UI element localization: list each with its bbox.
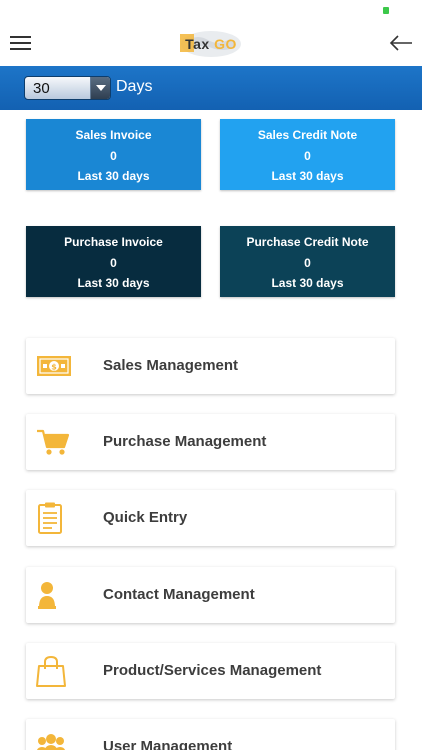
card-period: Last 30 days [271, 276, 344, 290]
money-icon: $ [36, 350, 72, 382]
menu-item-label: Product/Services Management [103, 662, 322, 679]
menu-item-label: User Management [103, 738, 233, 750]
purchase-credit-note-card[interactable]: Purchase Credit Note 0 Last 30 days [220, 226, 395, 297]
back-arrow-icon[interactable] [388, 32, 414, 54]
card-value: 0 [304, 149, 311, 163]
card-period: Last 30 days [271, 169, 344, 183]
days-filter-bar: 30 Days [0, 66, 422, 110]
status-indicator [383, 7, 389, 14]
shopping-bag-icon [36, 655, 72, 687]
card-value: 0 [304, 256, 311, 270]
sales-credit-note-card[interactable]: Sales Credit Note 0 Last 30 days [220, 119, 395, 190]
menu-item-product-services-management[interactable]: Product/Services Management [26, 643, 395, 699]
card-value: 0 [110, 149, 117, 163]
days-label: Days [116, 78, 153, 95]
card-title: Purchase Invoice [64, 235, 163, 249]
purchase-invoice-card[interactable]: Purchase Invoice 0 Last 30 days [26, 226, 201, 297]
card-title: Purchase Credit Note [246, 235, 369, 249]
header: Tax GO [0, 22, 422, 66]
card-title: Sales Credit Note [257, 128, 358, 142]
menu-item-label: Purchase Management [103, 433, 267, 450]
logo-text: Tax GO [185, 36, 237, 52]
menu-item-label: Contact Management [103, 586, 255, 603]
card-value: 0 [110, 256, 117, 270]
menu-item-quick-entry[interactable]: Quick Entry [26, 490, 395, 546]
clipboard-icon [36, 502, 72, 534]
chevron-down-icon [90, 77, 110, 99]
menu-item-label: Quick Entry [103, 509, 188, 526]
cart-icon [36, 426, 72, 458]
menu-item-sales-management[interactable]: $ Sales Management [26, 338, 395, 394]
menu-item-user-management[interactable]: User Management [26, 719, 395, 750]
taxgo-logo: Tax GO [178, 28, 244, 64]
days-select-value: 30 [33, 80, 50, 97]
svg-text:$: $ [51, 363, 57, 372]
menu-item-label: Sales Management [103, 357, 239, 374]
days-select[interactable]: 30 [24, 76, 111, 100]
sales-invoice-card[interactable]: Sales Invoice 0 Last 30 days [26, 119, 201, 190]
app-screen: Tax GO 30 Days Sales Invoice 0 Last 30 d… [0, 0, 422, 750]
hamburger-menu-icon[interactable] [10, 34, 32, 52]
card-period: Last 30 days [77, 276, 150, 290]
card-period: Last 30 days [77, 169, 150, 183]
card-title: Sales Invoice [75, 128, 152, 142]
users-icon [36, 731, 72, 750]
menu-item-purchase-management[interactable]: Purchase Management [26, 414, 395, 470]
menu-item-contact-management[interactable]: Contact Management [26, 567, 395, 623]
person-icon [36, 579, 72, 611]
